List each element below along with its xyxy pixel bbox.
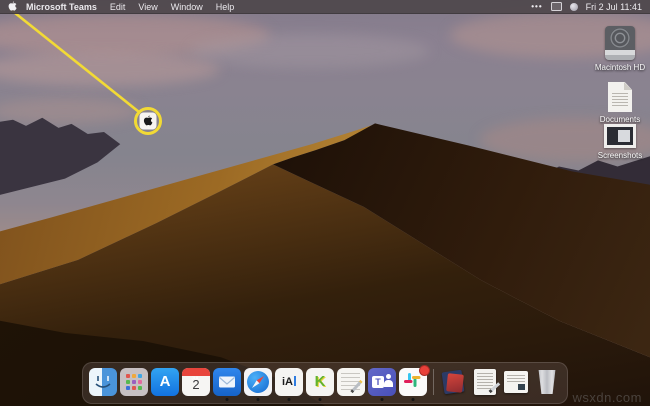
- dock-item-safari[interactable]: [244, 368, 272, 396]
- cloud: [0, 14, 270, 56]
- note-page-icon: [504, 371, 528, 393]
- dune-lit-slope: [0, 124, 376, 285]
- dock-item-launchpad[interactable]: [120, 368, 148, 396]
- apple-menu[interactable]: [8, 1, 17, 12]
- dock-item-documents-stack[interactable]: [471, 368, 500, 396]
- apple-logo-icon: [143, 115, 153, 126]
- cloud: [0, 52, 220, 86]
- dune-bottom-shadow: [0, 320, 325, 406]
- macos-desktop: Microsoft Teams Edit View Window Help ••…: [0, 0, 650, 406]
- dock-item-kiwi[interactable]: K: [306, 368, 334, 396]
- mountains-left: [0, 117, 121, 195]
- callout-circle: [134, 107, 162, 135]
- ia-writer-logo: iA: [282, 376, 296, 388]
- hard-drive-icon: [605, 26, 635, 60]
- watermark: wsxdn.com: [572, 390, 642, 405]
- teams-person-icon: [384, 380, 393, 387]
- dock-item-note-stack[interactable]: [502, 368, 530, 396]
- teams-t-logo: T: [372, 376, 384, 388]
- dock-item-finder[interactable]: [89, 368, 117, 396]
- cloud: [190, 34, 430, 68]
- dock: A JUL 2 iA K T: [82, 362, 568, 404]
- wallpaper-sky: [0, 0, 650, 406]
- cloud: [0, 98, 140, 124]
- highlighted-apple-button: [139, 112, 157, 130]
- menu-view[interactable]: View: [138, 2, 157, 12]
- desktop-icon-label: Screenshots: [597, 151, 643, 160]
- desktop-icon-label: Documents: [599, 115, 641, 124]
- finder-face-icon: [95, 376, 111, 388]
- dock-divider: [433, 369, 434, 395]
- active-app-name[interactable]: Microsoft Teams: [26, 2, 97, 12]
- menu-help[interactable]: Help: [216, 2, 235, 12]
- calendar-month: JUL: [182, 368, 210, 381]
- dock-item-slack[interactable]: [399, 365, 430, 396]
- desktop-icon-macintosh-hd[interactable]: Macintosh HD: [593, 26, 647, 72]
- apple-logo-icon: [8, 1, 17, 11]
- dock-item-calendar[interactable]: JUL 2: [182, 368, 210, 396]
- desktop-icon-documents[interactable]: Documents: [593, 82, 647, 124]
- ellipsis-menu-icon[interactable]: •••: [531, 2, 542, 11]
- dock-item-mail[interactable]: [213, 368, 241, 396]
- trash-icon: [538, 370, 556, 394]
- kiwi-k-logo: K: [314, 373, 326, 390]
- compass-icon: [247, 371, 269, 393]
- menu-bar: Microsoft Teams Edit View Window Help ••…: [0, 0, 650, 14]
- app-store-a-icon: A: [159, 373, 171, 390]
- dune-mid-slope: [0, 164, 650, 406]
- dock-item-ia-writer[interactable]: iA: [275, 368, 303, 396]
- stack-front-icon: [446, 373, 464, 393]
- dock-item-notes[interactable]: [337, 368, 365, 396]
- notification-badge: [419, 365, 430, 376]
- display-menu-icon[interactable]: [550, 2, 562, 11]
- callout-annotation: [8, 7, 162, 135]
- dock-item-microsoft-teams[interactable]: T: [368, 368, 396, 396]
- screenshot-icon: [604, 124, 636, 148]
- dock-item-trash[interactable]: [533, 368, 561, 396]
- envelope-icon: [219, 376, 235, 388]
- dock-item-downloads-stack[interactable]: [440, 368, 468, 396]
- dock-item-app-store[interactable]: A: [151, 368, 179, 396]
- dune-shadow-face: [273, 123, 650, 358]
- desktop-icon-screenshots[interactable]: Screenshots: [593, 124, 647, 160]
- callout-line: [8, 7, 141, 114]
- document-icon: [608, 82, 632, 112]
- mountains-right: [503, 156, 650, 195]
- siri-menu-icon[interactable]: [569, 2, 578, 11]
- teams-person-icon: [386, 374, 391, 379]
- menu-bar-clock[interactable]: Fri 2 Jul 11:41: [586, 2, 642, 12]
- menu-edit[interactable]: Edit: [110, 2, 126, 12]
- desktop-icon-label: Macintosh HD: [594, 63, 646, 72]
- document-page-icon: [474, 369, 496, 395]
- launchpad-grid-icon: [126, 374, 142, 390]
- menu-window[interactable]: Window: [171, 2, 203, 12]
